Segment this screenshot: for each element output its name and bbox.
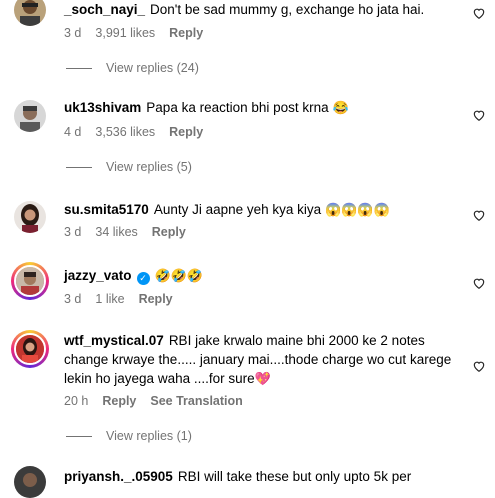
comment-username[interactable]: wtf_mystical.07: [64, 333, 164, 348]
heart-icon[interactable]: [472, 276, 486, 290]
avatar[interactable]: [14, 201, 46, 233]
rofl-emoji: 🤣🤣🤣: [154, 268, 204, 283]
comment-likes[interactable]: 3,991 likes: [95, 26, 155, 40]
view-replies-label: View replies (24): [106, 61, 199, 75]
reply-button[interactable]: Reply: [169, 26, 203, 40]
view-replies-button[interactable]: View replies (1): [66, 429, 192, 443]
comment-text: uk13shivam Papa ka reaction bhi post krna…: [64, 98, 459, 117]
laughing-emoji: 😂: [332, 100, 349, 115]
heart-icon[interactable]: [472, 208, 486, 222]
comment-username[interactable]: _soch_nayi_: [64, 2, 145, 17]
comment-text: wtf_mystical.07 RBI jake krwalo maine bhi…: [64, 331, 459, 388]
comment-likes[interactable]: 1 like: [95, 292, 124, 306]
comment-meta: 3 d 34 likes Reply: [64, 225, 200, 239]
screaming-emoji: 😱😱😱😱: [324, 202, 390, 217]
avatar-story-ring[interactable]: [11, 330, 49, 368]
comment-text: _soch_nayi_ Don't be sad mummy g, exchang…: [64, 0, 459, 19]
comment-username[interactable]: priyansh._.05905: [64, 469, 173, 484]
verified-badge-icon: ✓: [136, 272, 150, 285]
comment-username[interactable]: jazzy_vato: [64, 268, 132, 283]
heart-icon[interactable]: [472, 6, 486, 20]
avatar[interactable]: [14, 0, 46, 26]
comment-text: priyansh._.05905 RBI will take these but …: [64, 467, 459, 486]
comment-body: Don't be sad mummy g, exchange ho jata h…: [150, 2, 425, 17]
view-replies-button[interactable]: View replies (5): [66, 160, 192, 174]
comment-body: RBI will take these but only upto 5k per: [177, 469, 412, 484]
comment-likes[interactable]: 34 likes: [95, 225, 137, 239]
comment-meta: 20 h Reply See Translation: [64, 394, 257, 408]
view-replies-button[interactable]: View replies (24): [66, 61, 199, 75]
avatar[interactable]: [14, 466, 46, 498]
reply-button[interactable]: Reply: [169, 125, 203, 139]
comment-time: 3 d: [64, 26, 82, 40]
avatar: [14, 265, 46, 297]
avatar[interactable]: [14, 100, 46, 132]
comment-body: Aunty Ji aapne yeh kya kiya: [153, 202, 322, 217]
reply-button[interactable]: Reply: [152, 225, 186, 239]
comment-body: Papa ka reaction bhi post krna: [146, 100, 329, 115]
comment-time: 20 h: [64, 394, 89, 408]
avatar-story-ring[interactable]: [11, 262, 49, 300]
avatar: [14, 333, 46, 365]
comment-meta: 4 d 3,536 likes Reply: [64, 125, 217, 139]
see-translation-link[interactable]: See Translation: [150, 394, 242, 408]
comment-meta: 3 d 1 like Reply: [64, 292, 187, 306]
comment-time: 3 d: [64, 292, 82, 306]
divider: [66, 436, 92, 438]
comment-username[interactable]: uk13shivam: [64, 100, 141, 115]
divider: [66, 68, 92, 70]
comment-text: su.smita5170 Aunty Ji aapne yeh kya kiya …: [64, 200, 459, 219]
reply-button[interactable]: Reply: [139, 292, 173, 306]
comment-text: jazzy_vato ✓ 🤣🤣🤣: [64, 266, 459, 285]
comment-meta: 3 d 3,991 likes Reply: [64, 26, 217, 40]
comment-time: 3 d: [64, 225, 82, 239]
view-replies-label: View replies (5): [106, 160, 192, 174]
comment-likes[interactable]: 3,536 likes: [95, 125, 155, 139]
divider: [66, 167, 92, 169]
heart-icon[interactable]: [472, 108, 486, 122]
comment-username[interactable]: su.smita5170: [64, 202, 149, 217]
reply-button[interactable]: Reply: [102, 394, 136, 408]
sparkling-heart-emoji: 💖: [254, 371, 271, 386]
heart-icon[interactable]: [472, 359, 486, 373]
view-replies-label: View replies (1): [106, 429, 192, 443]
comment-time: 4 d: [64, 125, 82, 139]
